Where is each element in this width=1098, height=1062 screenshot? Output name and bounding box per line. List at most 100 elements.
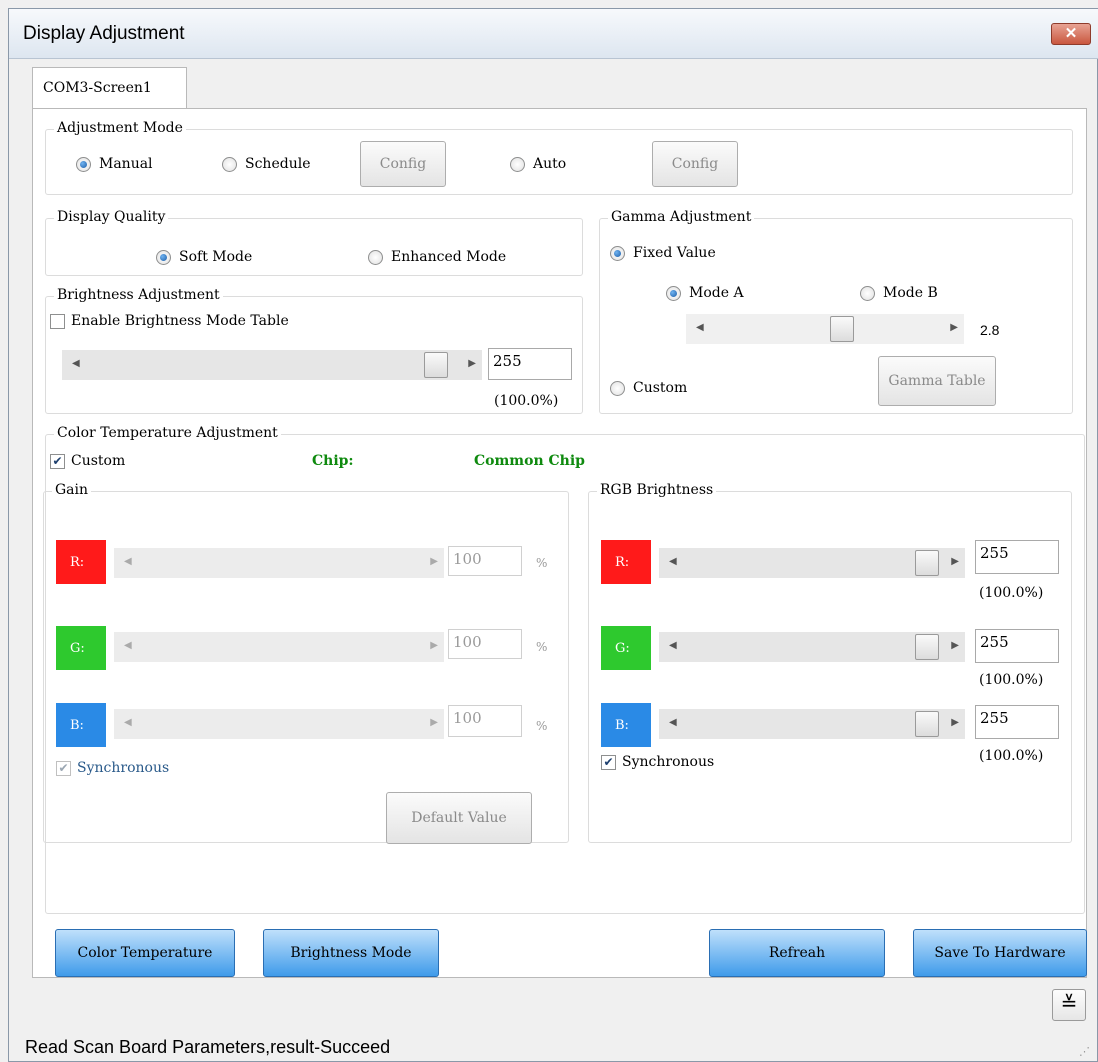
rgb-b-slider-thumb[interactable]: [915, 711, 939, 737]
rgb-g-slider-thumb[interactable]: [915, 634, 939, 660]
gain-synchronous-box: ✔: [56, 760, 71, 776]
gain-r-left-arrow-icon[interactable]: ◀: [124, 556, 132, 567]
gain-b-label: B:: [70, 718, 84, 733]
gain-b-slider[interactable]: ◀ ▶: [114, 709, 444, 739]
rgb-g-field[interactable]: 255: [975, 629, 1059, 663]
gain-r-right-arrow-icon[interactable]: ▶: [430, 556, 438, 567]
gain-r-slider[interactable]: ◀ ▶: [114, 548, 444, 578]
expand-chevron-icon[interactable]: ≚: [1052, 989, 1086, 1021]
auto-radio[interactable]: Auto: [510, 156, 566, 172]
gain-g-swatch: G:: [56, 626, 106, 670]
custom-gamma-radio[interactable]: Custom: [610, 380, 687, 396]
gain-legend: Gain: [52, 482, 92, 498]
gamma-table-button[interactable]: Gamma Table: [878, 356, 996, 406]
custom-gamma-radio-dot: [610, 380, 625, 396]
rgb-r-field[interactable]: 255: [975, 540, 1059, 574]
rgb-b-right-arrow-icon[interactable]: ▶: [951, 717, 959, 728]
gain-b-field[interactable]: 100: [448, 705, 522, 737]
gain-g-right-arrow-icon[interactable]: ▶: [430, 640, 438, 651]
rgb-synchronous-box: ✔: [601, 754, 616, 770]
rgb-r-slider[interactable]: ◀ ▶: [659, 548, 965, 578]
color-temp-custom-label: Custom: [71, 453, 126, 469]
enable-brightness-table-checkbox[interactable]: Enable Brightness Mode Table: [50, 313, 289, 329]
rgb-r-left-arrow-icon[interactable]: ◀: [669, 556, 677, 567]
schedule-radio-dot: [222, 156, 237, 172]
auto-label: Auto: [533, 156, 567, 172]
rgb-r-percent: (100.0%): [979, 585, 1044, 601]
manual-label: Manual: [99, 156, 153, 172]
mode-b-radio[interactable]: Mode B: [860, 285, 938, 301]
gain-g-left-arrow-icon[interactable]: ◀: [124, 640, 132, 651]
fixed-value-label: Fixed Value: [633, 245, 716, 261]
gain-synchronous-checkbox[interactable]: ✔ Synchronous: [56, 760, 169, 776]
refresh-button[interactable]: Refreah: [709, 929, 885, 977]
gain-b-right-arrow-icon[interactable]: ▶: [430, 717, 438, 728]
color-temp-custom-checkbox[interactable]: ✔ Custom: [50, 453, 125, 469]
soft-mode-radio[interactable]: Soft Mode: [156, 249, 252, 265]
gain-g-field[interactable]: 100: [448, 629, 522, 659]
brightness-slider-thumb[interactable]: [424, 352, 448, 378]
tab-label: COM3-Screen1: [43, 80, 152, 96]
resize-grip-icon[interactable]: ⋰: [1079, 1045, 1090, 1058]
brightness-slider[interactable]: ◀ ▶: [62, 350, 482, 380]
gain-r-field[interactable]: 100: [448, 546, 522, 576]
rgb-g-label: G:: [615, 641, 630, 656]
schedule-radio[interactable]: Schedule: [222, 156, 310, 172]
display-quality-group: Display Quality Soft Mode Enhanced Mode: [45, 209, 583, 276]
rgb-b-left-arrow-icon[interactable]: ◀: [669, 717, 677, 728]
gain-g-slider[interactable]: ◀ ▶: [114, 632, 444, 662]
rgb-g-right-arrow-icon[interactable]: ▶: [951, 640, 959, 651]
gain-g-label: G:: [70, 641, 85, 656]
brightness-adjustment-legend: Brightness Adjustment: [54, 287, 223, 303]
enable-brightness-table-label: Enable Brightness Mode Table: [71, 313, 289, 329]
gamma-slider[interactable]: ◀ ▶: [686, 314, 964, 344]
gamma-right-arrow-icon[interactable]: ▶: [950, 322, 958, 333]
fixed-value-radio-dot: [610, 245, 625, 261]
color-temperature-button[interactable]: Color Temperature: [55, 929, 235, 977]
auto-radio-dot: [510, 156, 525, 172]
color-temp-custom-box: ✔: [50, 453, 65, 469]
tab-panel: Adjustment Mode Manual Schedule Config A…: [32, 108, 1087, 978]
status-bar: Read Scan Board Parameters,result-Succee…: [9, 1027, 1098, 1062]
schedule-config-button[interactable]: Config: [360, 141, 446, 187]
gamma-left-arrow-icon[interactable]: ◀: [696, 322, 704, 333]
manual-radio[interactable]: Manual: [76, 156, 153, 172]
rgb-brightness-group: RGB Brightness R: ◀ ▶ 255 (100.0%) G: ◀: [588, 482, 1072, 843]
display-adjustment-window: Display Adjustment ✕ COM3-Screen1 Adjust…: [8, 8, 1098, 1062]
brightness-percent: (100.0%): [494, 393, 559, 409]
rgb-b-slider[interactable]: ◀ ▶: [659, 709, 965, 739]
default-value-button[interactable]: Default Value: [386, 792, 532, 844]
rgb-g-slider[interactable]: ◀ ▶: [659, 632, 965, 662]
gain-group: Gain R: ◀ ▶ 100 % G: ◀ ▶ 100 % B: ◀ ▶ 10…: [43, 482, 569, 844]
rgb-b-label: B:: [615, 718, 629, 733]
fixed-value-radio[interactable]: Fixed Value: [610, 245, 716, 261]
gain-synchronous-label: Synchronous: [77, 760, 170, 776]
brightness-value-field[interactable]: 255: [488, 348, 572, 380]
rgb-brightness-legend: RGB Brightness: [597, 482, 717, 498]
enhanced-mode-label: Enhanced Mode: [391, 249, 507, 265]
close-button[interactable]: ✕: [1051, 23, 1091, 45]
schedule-label: Schedule: [245, 156, 311, 172]
rgb-synchronous-checkbox[interactable]: ✔ Synchronous: [601, 754, 714, 770]
slider-left-arrow-icon[interactable]: ◀: [72, 358, 80, 369]
slider-right-arrow-icon[interactable]: ▶: [468, 358, 476, 369]
rgb-g-swatch: G:: [601, 626, 651, 670]
gain-b-unit: %: [536, 719, 548, 733]
enhanced-mode-radio[interactable]: Enhanced Mode: [368, 249, 506, 265]
brightness-mode-button[interactable]: Brightness Mode: [263, 929, 439, 977]
gamma-value: 2.8: [980, 322, 1000, 338]
auto-config-button[interactable]: Config: [652, 141, 738, 187]
rgb-r-slider-thumb[interactable]: [915, 550, 939, 576]
mode-a-radio[interactable]: Mode A: [666, 285, 744, 301]
gain-r-swatch: R:: [56, 540, 106, 584]
tab-com3-screen1[interactable]: COM3-Screen1: [32, 67, 187, 109]
gamma-slider-thumb[interactable]: [830, 316, 854, 342]
rgb-r-right-arrow-icon[interactable]: ▶: [951, 556, 959, 567]
gain-b-left-arrow-icon[interactable]: ◀: [124, 717, 132, 728]
rgb-b-field[interactable]: 255: [975, 705, 1059, 739]
manual-radio-dot: [76, 156, 91, 172]
save-to-hardware-button[interactable]: Save To Hardware: [913, 929, 1087, 977]
rgb-synchronous-label: Synchronous: [622, 754, 715, 770]
rgb-g-left-arrow-icon[interactable]: ◀: [669, 640, 677, 651]
gamma-adjustment-group: Gamma Adjustment Fixed Value Mode A Mode…: [599, 209, 1073, 414]
